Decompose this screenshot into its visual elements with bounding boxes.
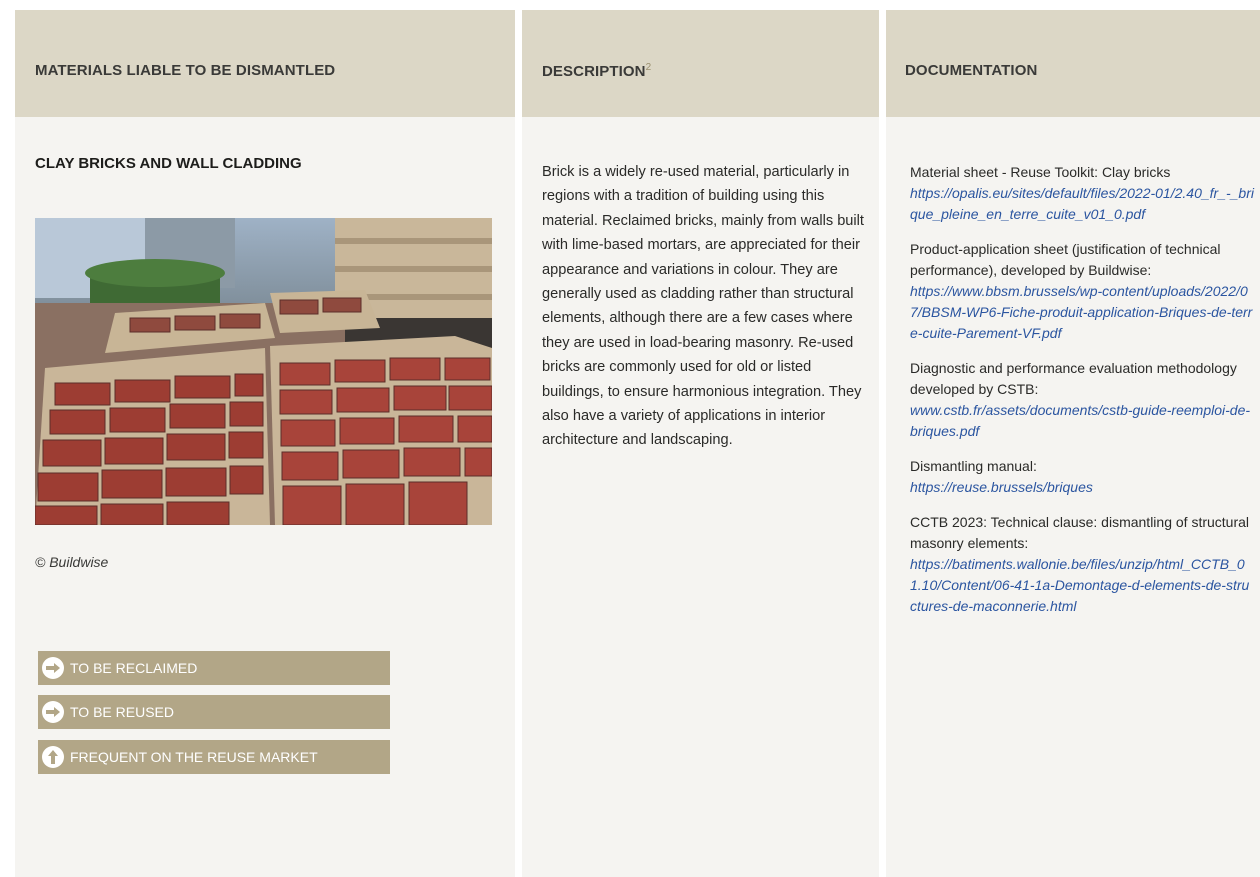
doc-entry-text: Material sheet - Reuse Toolkit: Clay bri… xyxy=(910,164,1171,180)
description-column-header: DESCRIPTION2 xyxy=(522,10,879,117)
doc-entry-text: Product-application sheet (justification… xyxy=(910,241,1221,278)
doc-link[interactable]: https://www.bbsm.brussels/wp-content/upl… xyxy=(910,281,1255,344)
doc-link[interactable]: www.cstb.fr/assets/documents/cstb-guide-… xyxy=(910,400,1255,442)
doc-link[interactable]: https://reuse.brussels/briques xyxy=(910,477,1255,498)
doc-entry: Dismantling manual: https://reuse.brusse… xyxy=(910,456,1255,498)
arrow-right-icon xyxy=(42,701,64,723)
description-column: DESCRIPTION2 Brick is a widely re-used m… xyxy=(522,10,879,877)
materials-column-header: MATERIALS LIABLE TO BE DISMANTLED xyxy=(15,10,515,117)
doc-link[interactable]: https://opalis.eu/sites/default/files/20… xyxy=(910,183,1255,225)
documentation-column-header: DOCUMENTATION xyxy=(886,10,1260,117)
tag-frequent-on-reuse-market[interactable]: FREQUENT ON THE REUSE MARKET xyxy=(38,740,390,774)
arrow-up-icon xyxy=(42,746,64,768)
footnote-marker: 2 xyxy=(645,62,652,73)
materials-header-label: MATERIALS LIABLE TO BE DISMANTLED xyxy=(35,62,336,79)
arrow-right-icon xyxy=(42,657,64,679)
materials-table: MATERIALS LIABLE TO BE DISMANTLED CLAY B… xyxy=(15,10,1260,877)
tag-label: TO BE REUSED xyxy=(70,704,174,720)
tag-label: TO BE RECLAIMED xyxy=(70,660,198,676)
tag-to-be-reused[interactable]: TO BE REUSED xyxy=(38,695,390,729)
doc-entry-text: Diagnostic and performance evaluation me… xyxy=(910,360,1237,397)
description-text: Brick is a widely re-used material, part… xyxy=(542,164,864,449)
brick-photo xyxy=(35,218,492,525)
documentation-header-label: DOCUMENTATION xyxy=(905,62,1038,79)
tag-to-be-reclaimed[interactable]: TO BE RECLAIMED xyxy=(38,651,390,685)
doc-entry-text: Dismantling manual: xyxy=(910,458,1037,474)
materials-column: MATERIALS LIABLE TO BE DISMANTLED CLAY B… xyxy=(15,10,515,877)
doc-entry: CCTB 2023: Technical clause: dismantling… xyxy=(910,512,1255,617)
doc-entry: Diagnostic and performance evaluation me… xyxy=(910,358,1255,442)
material-title: CLAY BRICKS AND WALL CLADDING xyxy=(35,155,302,172)
description-header-label: DESCRIPTION xyxy=(542,63,646,80)
tag-label: FREQUENT ON THE REUSE MARKET xyxy=(70,749,318,765)
doc-link[interactable]: https://batiments.wallonie.be/files/unzi… xyxy=(910,554,1255,617)
doc-entry: Product-application sheet (justification… xyxy=(910,239,1255,344)
doc-entry: Material sheet - Reuse Toolkit: Clay bri… xyxy=(910,162,1255,225)
documentation-list: Material sheet - Reuse Toolkit: Clay bri… xyxy=(910,162,1255,631)
photo-credit: © Buildwise xyxy=(35,554,109,570)
doc-entry-text: CCTB 2023: Technical clause: dismantling… xyxy=(910,514,1250,551)
documentation-column: DOCUMENTATION Material sheet - Reuse Too… xyxy=(886,10,1260,877)
